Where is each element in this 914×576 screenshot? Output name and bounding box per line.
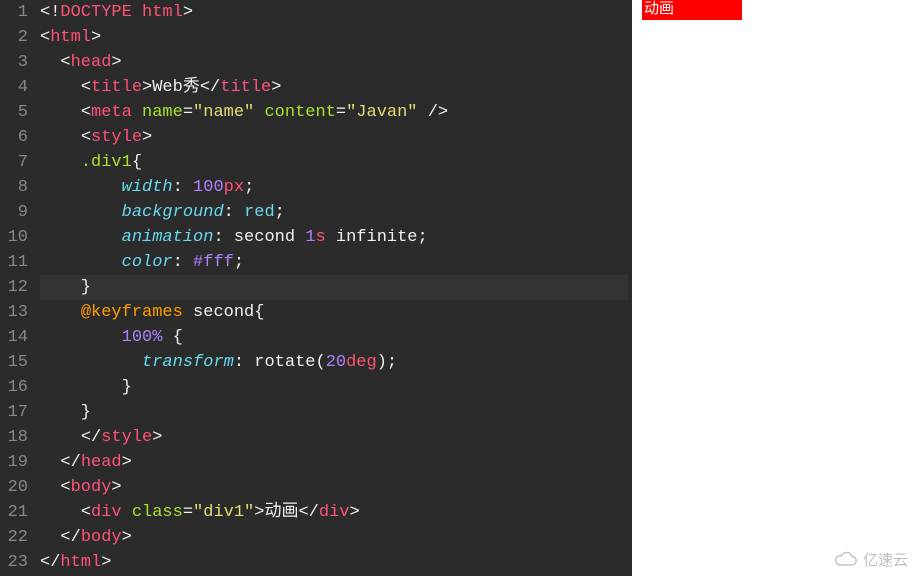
line-number: 9 (2, 200, 28, 225)
code-line[interactable]: </body> (40, 525, 628, 550)
cloud-icon (831, 551, 859, 569)
code-line[interactable]: <html> (40, 25, 628, 50)
code-line[interactable]: <title>Web秀</title> (40, 75, 628, 100)
code-line[interactable]: color: #fff; (40, 250, 628, 275)
line-number: 15 (2, 350, 28, 375)
line-number: 7 (2, 150, 28, 175)
code-line[interactable]: <meta name="name" content="Javan" /> (40, 100, 628, 125)
code-line[interactable]: 100% { (40, 325, 628, 350)
line-number: 21 (2, 500, 28, 525)
code-line[interactable]: @keyframes second{ (40, 300, 628, 325)
code-line[interactable]: </style> (40, 425, 628, 450)
code-line[interactable]: } (40, 275, 628, 300)
code-line[interactable]: <div class="div1">动画</div> (40, 500, 628, 525)
line-number: 8 (2, 175, 28, 200)
code-line[interactable]: <style> (40, 125, 628, 150)
line-number: 19 (2, 450, 28, 475)
code-line[interactable]: <body> (40, 475, 628, 500)
code-line[interactable]: background: red; (40, 200, 628, 225)
line-number: 23 (2, 550, 28, 575)
line-number: 22 (2, 525, 28, 550)
line-number: 4 (2, 75, 28, 100)
code-line[interactable]: } (40, 375, 628, 400)
preview-pane: 动画 亿速云 (632, 0, 914, 576)
line-number: 13 (2, 300, 28, 325)
code-line[interactable]: width: 100px; (40, 175, 628, 200)
code-line[interactable]: } (40, 400, 628, 425)
code-editor[interactable]: 1234567891011121314151617181920212223 <!… (0, 0, 632, 576)
animated-div: 动画 (642, 0, 742, 20)
line-number-gutter: 1234567891011121314151617181920212223 (0, 0, 36, 576)
line-number: 11 (2, 250, 28, 275)
line-number: 16 (2, 375, 28, 400)
code-content[interactable]: <!DOCTYPE html><html> <head> <title>Web秀… (36, 0, 632, 576)
line-number: 18 (2, 425, 28, 450)
code-line[interactable]: transform: rotate(20deg); (40, 350, 628, 375)
code-line[interactable]: <head> (40, 50, 628, 75)
line-number: 6 (2, 125, 28, 150)
line-number: 12 (2, 275, 28, 300)
code-line[interactable]: .div1{ (40, 150, 628, 175)
line-number: 20 (2, 475, 28, 500)
code-line[interactable]: <!DOCTYPE html> (40, 0, 628, 25)
line-number: 2 (2, 25, 28, 50)
line-number: 10 (2, 225, 28, 250)
code-line[interactable]: </head> (40, 450, 628, 475)
watermark-text: 亿速云 (863, 549, 908, 570)
code-line[interactable]: </html> (40, 550, 628, 575)
watermark: 亿速云 (831, 549, 908, 570)
line-number: 3 (2, 50, 28, 75)
code-line[interactable]: animation: second 1s infinite; (40, 225, 628, 250)
line-number: 14 (2, 325, 28, 350)
line-number: 1 (2, 0, 28, 25)
line-number: 5 (2, 100, 28, 125)
line-number: 17 (2, 400, 28, 425)
